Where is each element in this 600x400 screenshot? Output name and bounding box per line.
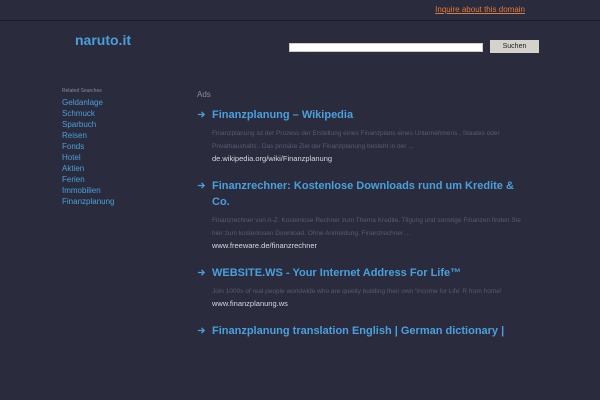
ad-description: Finanzrechner von A-Z: Kostenlose Rechne… <box>212 217 521 237</box>
domain-title: naruto.it <box>75 32 131 48</box>
ad-url[interactable]: de.wikipedia.org/wiki/Finanzplanung <box>212 154 527 164</box>
ad-description: Finanzplanung ist der Prozess der Erstel… <box>212 130 500 150</box>
ad-description: Join 1000s of real people worldwide who … <box>212 288 502 295</box>
arrow-right-icon <box>197 269 206 276</box>
ads-section: Ads Finanzplanung – Wikipedia Finanzplan… <box>197 90 527 353</box>
related-searches-list: Geldanlage Schmuck Sparbuch Reisen Fonds… <box>62 97 182 207</box>
sidebar-item-finanzplanung[interactable]: Finanzplanung <box>62 196 182 207</box>
ad-title[interactable]: Finanzplanung translation English | Germ… <box>212 323 504 339</box>
arrow-right-icon <box>197 327 206 334</box>
sidebar-item-immobilien[interactable]: Immobilien <box>62 185 182 196</box>
inquire-domain-link[interactable]: Inquire about this domain <box>435 5 525 14</box>
ad-item: WEBSITE.WS - Your Internet Address For L… <box>197 265 527 309</box>
top-bar: Inquire about this domain <box>0 0 600 21</box>
ad-url[interactable]: www.freeware.de/finanzrechner <box>212 241 527 251</box>
sidebar-item-schmuck[interactable]: Schmuck <box>62 108 182 119</box>
sidebar-item-geldanlage[interactable]: Geldanlage <box>62 97 182 108</box>
sidebar-item-hotel[interactable]: Hotel <box>62 152 182 163</box>
ad-title[interactable]: WEBSITE.WS - Your Internet Address For L… <box>212 265 461 281</box>
sidebar-item-sparbuch[interactable]: Sparbuch <box>62 119 182 130</box>
sidebar-item-fonds[interactable]: Fonds <box>62 141 182 152</box>
ad-url[interactable]: www.finanzplanung.ws <box>212 299 527 309</box>
sidebar-item-ferien[interactable]: Ferien <box>62 174 182 185</box>
ads-label: Ads <box>197 90 211 99</box>
arrow-right-icon <box>197 111 206 118</box>
sidebar-item-reisen[interactable]: Reisen <box>62 130 182 141</box>
ad-item: Finanzplanung – Wikipedia Finanzplanung … <box>197 107 527 164</box>
ad-item: Finanzplanung translation English | Germ… <box>197 323 527 339</box>
ad-title[interactable]: Finanzplanung – Wikipedia <box>212 107 353 123</box>
ad-title[interactable]: Finanzrechner: Kostenlose Downloads rund… <box>212 178 527 210</box>
related-searches-heading: Related Searches <box>62 88 102 94</box>
search-button[interactable]: Suchen <box>490 40 539 53</box>
search-input[interactable] <box>289 43 483 52</box>
related-searches: Related Searches Geldanlage Schmuck Spar… <box>62 88 182 207</box>
ad-item: Finanzrechner: Kostenlose Downloads rund… <box>197 178 527 251</box>
sidebar-item-aktien[interactable]: Aktien <box>62 163 182 174</box>
arrow-right-icon <box>197 182 206 189</box>
parked-domain-page: Inquire about this domain naruto.it Such… <box>0 0 600 400</box>
